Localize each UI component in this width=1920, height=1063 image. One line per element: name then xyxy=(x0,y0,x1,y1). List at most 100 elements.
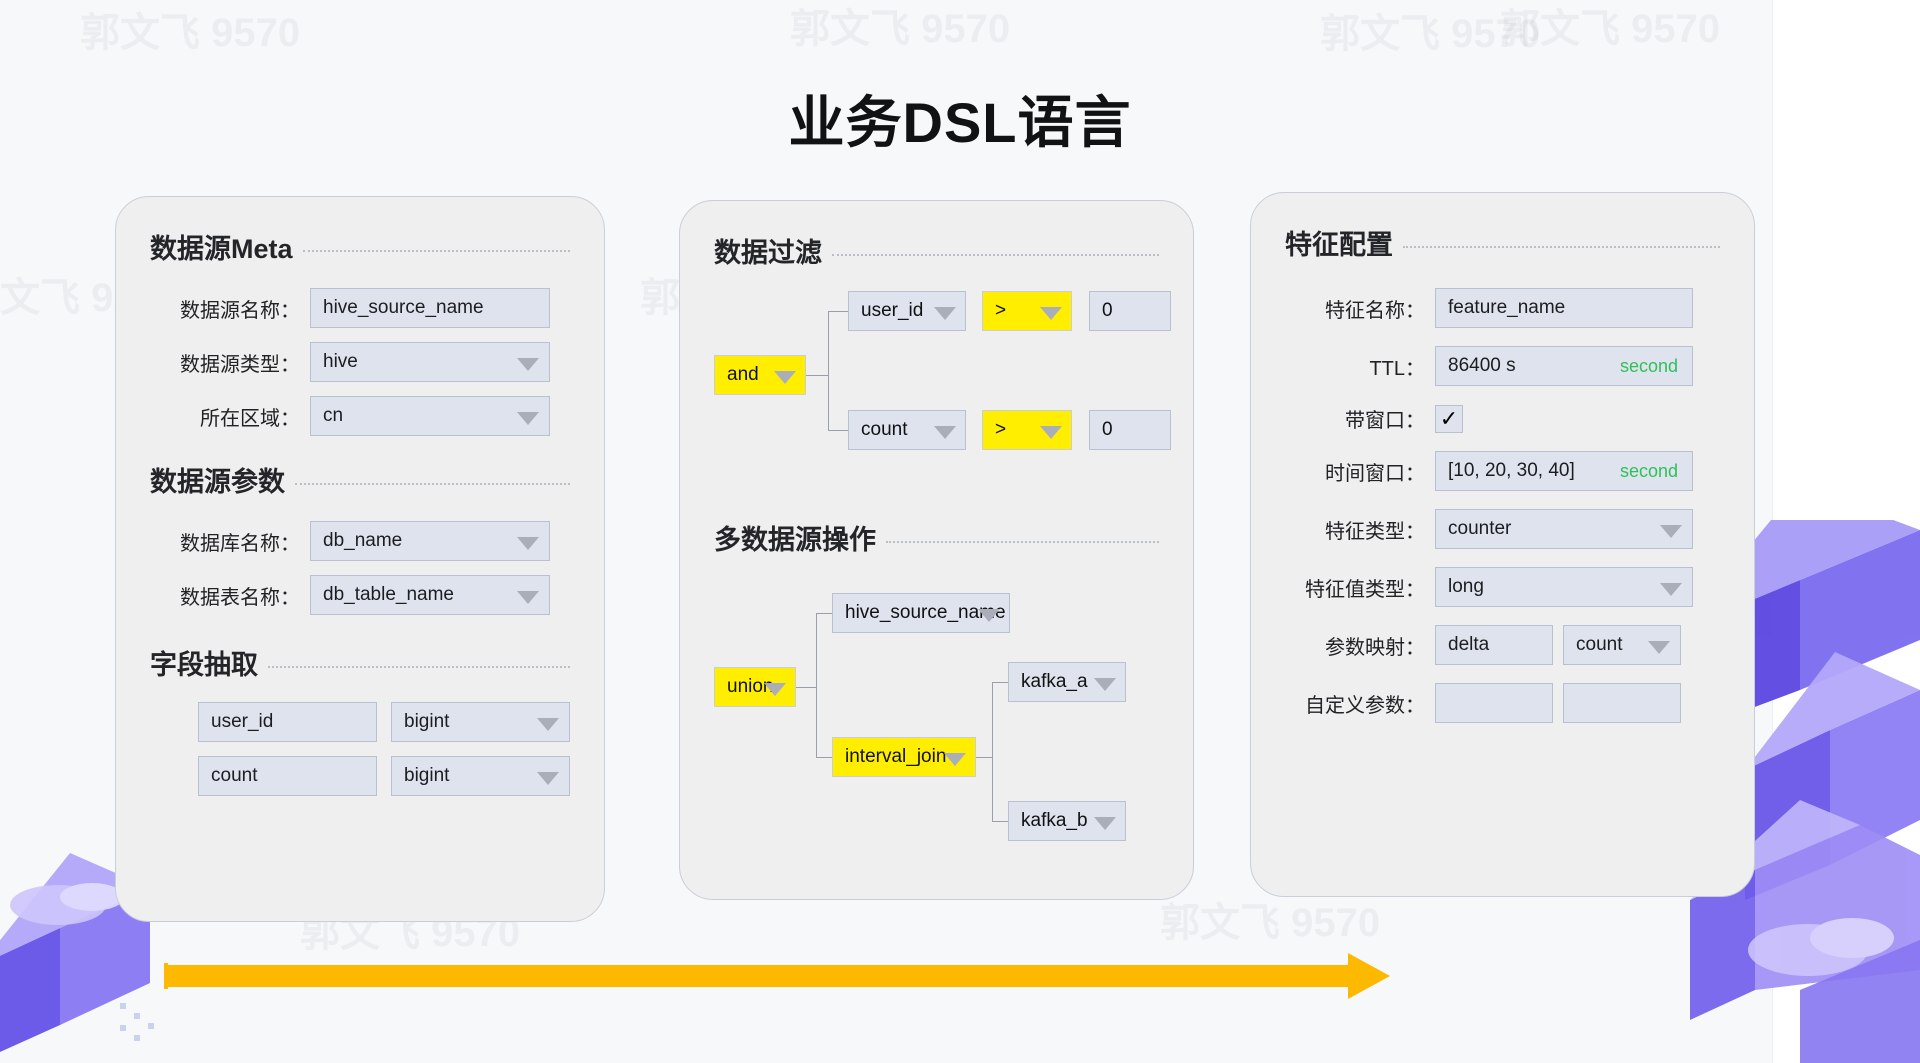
source-node-kafka-a[interactable]: kafka_a xyxy=(1008,662,1126,702)
checkbox-with-window[interactable]: ✓ xyxy=(1435,404,1463,433)
field-label: 所在区域： xyxy=(200,407,300,430)
input-extract-field-name[interactable]: count xyxy=(198,756,377,796)
filter-field-select[interactable]: count xyxy=(848,410,966,450)
unit-label: second xyxy=(1619,460,1678,481)
field-row-ttl: TTL： 86400 s second xyxy=(1285,346,1720,386)
section-divider xyxy=(295,483,570,485)
tree-connector xyxy=(992,757,993,821)
select-value: count xyxy=(861,419,908,440)
input-param-mapping-key[interactable]: delta xyxy=(1435,625,1553,665)
field-label: TTL： xyxy=(1369,357,1425,380)
panel-feature-config: 特征配置 特征名称： feature_name TTL： 86400 s sec… xyxy=(1250,192,1755,897)
chevron-down-icon xyxy=(934,307,956,320)
section-divider xyxy=(832,254,1159,256)
source-node-interval-join[interactable]: interval_join xyxy=(832,737,976,777)
chevron-down-icon xyxy=(944,753,966,766)
chevron-down-icon xyxy=(978,609,1000,622)
source-root-operator[interactable]: union xyxy=(714,667,796,707)
filter-value-input[interactable]: 0 xyxy=(1089,291,1171,331)
tree-connector xyxy=(816,757,832,758)
input-ttl[interactable]: 86400 s second xyxy=(1435,346,1693,386)
watermark: 郭文飞 9570 xyxy=(1160,901,1381,945)
select-value: cn xyxy=(323,405,344,426)
operator-value: and xyxy=(727,364,759,385)
field-row-feature-type: 特征类型： counter xyxy=(1285,509,1720,549)
chevron-down-icon xyxy=(764,683,786,696)
select-param-mapping-value[interactable]: count xyxy=(1563,625,1681,665)
filter-field-select[interactable]: user_id xyxy=(848,291,966,331)
input-value: 86400 s xyxy=(1448,355,1516,376)
field-row-with-window: 带窗口： ✓ xyxy=(1285,404,1720,433)
section-header-datasource-params: 数据源参数 xyxy=(150,460,570,499)
panel-data-filter: 数据过滤 and user_id > 0 count > 0 多数据源操作 un… xyxy=(679,200,1194,900)
chevron-down-icon xyxy=(934,426,956,439)
select-value: db_table_name xyxy=(323,584,454,605)
select-value: long xyxy=(1448,576,1484,597)
select-feature-value-type[interactable]: long xyxy=(1435,567,1693,607)
select-region[interactable]: cn xyxy=(310,396,550,436)
field-label: 特征名称： xyxy=(1325,299,1425,322)
filter-value-input[interactable]: 0 xyxy=(1089,410,1171,450)
section-title: 特征配置 xyxy=(1285,230,1393,260)
flow-arrow-head xyxy=(1348,953,1390,999)
input-source-name[interactable]: hive_source_name xyxy=(310,288,550,328)
input-custom-param-value[interactable] xyxy=(1563,683,1681,723)
tree-connector xyxy=(828,311,848,312)
chevron-down-icon xyxy=(1040,307,1062,320)
tree-connector xyxy=(806,375,828,376)
field-row-db-name: 数据库名称： db_name xyxy=(150,521,570,561)
select-value: > xyxy=(995,300,1007,321)
chevron-down-icon xyxy=(537,718,559,731)
watermark: 郭文飞 9570 xyxy=(790,7,1011,51)
input-feature-name[interactable]: feature_name xyxy=(1435,288,1693,328)
chevron-down-icon xyxy=(1094,817,1116,830)
select-extract-field-type[interactable]: bigint xyxy=(391,756,570,796)
tree-connector xyxy=(992,821,1008,822)
section-header-multi-source-op: 多数据源操作 xyxy=(714,518,1159,557)
field-label: 带窗口： xyxy=(1345,410,1425,432)
input-extract-field-name[interactable]: user_id xyxy=(198,702,377,742)
field-row-time-window: 时间窗口： [10, 20, 30, 40] second xyxy=(1285,451,1720,491)
filter-condition-tree: and user_id > 0 count > 0 xyxy=(714,270,1171,450)
filter-operator-select[interactable]: > xyxy=(982,291,1072,331)
chevron-down-icon xyxy=(774,371,796,384)
field-row-source-type: 数据源类型： hive xyxy=(150,342,570,382)
select-feature-type[interactable]: counter xyxy=(1435,509,1693,549)
chevron-down-icon xyxy=(517,412,539,425)
select-db-name[interactable]: db_name xyxy=(310,521,550,561)
chevron-down-icon xyxy=(537,772,559,785)
source-node-kafka-b[interactable]: kafka_b xyxy=(1008,801,1126,841)
tree-connector xyxy=(816,613,832,614)
field-row-feature-name: 特征名称： feature_name xyxy=(1285,288,1720,328)
chevron-down-icon xyxy=(517,591,539,604)
select-value: > xyxy=(995,419,1007,440)
watermark: 郭文飞 9570 xyxy=(1320,12,1541,56)
select-source-type[interactable]: hive xyxy=(310,342,550,382)
tree-connector xyxy=(816,613,817,688)
operator-value: interval_join xyxy=(845,746,947,767)
section-title: 数据源参数 xyxy=(150,467,285,497)
tree-connector xyxy=(828,311,829,376)
tree-connector xyxy=(816,687,817,757)
field-label: 自定义参数： xyxy=(1305,694,1425,717)
field-label: 数据库名称： xyxy=(180,532,300,555)
select-table-name[interactable]: db_table_name xyxy=(310,575,550,615)
chevron-down-icon xyxy=(517,537,539,550)
tree-connector xyxy=(992,682,1008,683)
field-row-param-mapping: 参数映射： delta count xyxy=(1285,625,1720,665)
input-time-window[interactable]: [10, 20, 30, 40] second xyxy=(1435,451,1693,491)
section-divider xyxy=(302,250,570,252)
select-value: bigint xyxy=(404,711,450,732)
extract-field-row: user_id bigint xyxy=(150,702,570,742)
section-header-feature-config: 特征配置 xyxy=(1285,223,1720,262)
filter-root-operator[interactable]: and xyxy=(714,355,806,395)
field-label: 数据源类型： xyxy=(180,353,300,376)
select-extract-field-type[interactable]: bigint xyxy=(391,702,570,742)
multi-source-tree: union hive_source_name interval_join kaf… xyxy=(714,583,1159,841)
section-divider xyxy=(1403,246,1720,248)
source-node-hive[interactable]: hive_source_name xyxy=(832,593,1010,633)
chevron-down-icon xyxy=(1040,426,1062,439)
input-custom-param-key[interactable] xyxy=(1435,683,1553,723)
filter-operator-select[interactable]: > xyxy=(982,410,1072,450)
select-value: user_id xyxy=(861,300,924,321)
